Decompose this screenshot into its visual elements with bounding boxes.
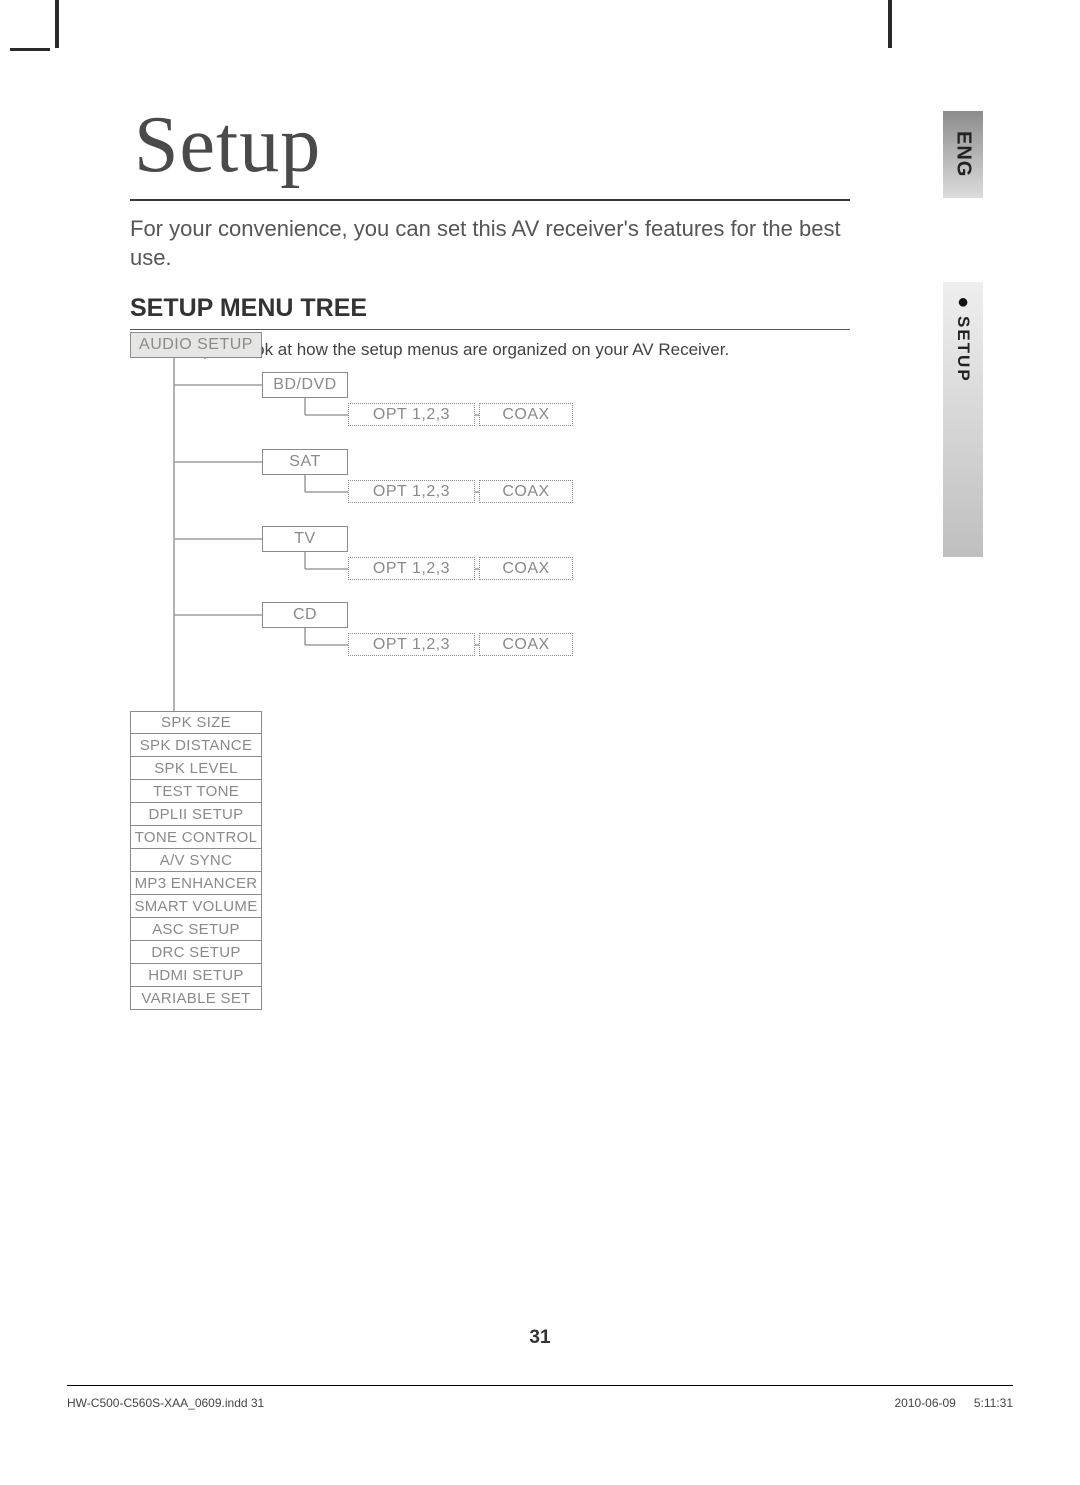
- side-section-label: SETUP: [953, 316, 973, 383]
- list-item: A/V SYNC: [130, 849, 262, 872]
- tree-root: AUDIO SETUP: [130, 332, 262, 358]
- side-section-tab: ● SETUP: [943, 282, 983, 557]
- tree-node-sat: SAT: [262, 449, 348, 475]
- tree-leaf-coax: COAX: [479, 480, 573, 503]
- tree-node-cd: CD: [262, 602, 348, 628]
- footer-date: 2010-06-09: [894, 1396, 955, 1425]
- list-item: DPLII SETUP: [130, 803, 262, 826]
- list-item: DRC SETUP: [130, 941, 262, 964]
- tree-leaf-opt: OPT 1,2,3: [348, 557, 475, 580]
- tree-node-tv: TV: [262, 526, 348, 552]
- crop-mark: [55, 0, 59, 48]
- tree-leaf-coax: COAX: [479, 633, 573, 656]
- tree-leaf-coax: COAX: [479, 557, 573, 580]
- section-heading: SETUP MENU TREE: [130, 294, 850, 330]
- side-language-label: ENG: [952, 131, 975, 177]
- tree-leaf-coax: COAX: [479, 403, 573, 426]
- footer-time: 5:11:31: [974, 1396, 1013, 1425]
- side-section-wrap: ● SETUP: [953, 292, 973, 383]
- page: ENG ● SETUP Setup For your convenience, …: [0, 0, 1080, 1485]
- list-item: HDMI SETUP: [130, 964, 262, 987]
- list-item: VARIABLE SET: [130, 987, 262, 1010]
- tree-node-bd: BD/DVD: [262, 372, 348, 398]
- list-item: SPK SIZE: [130, 711, 262, 734]
- bullet-icon: ●: [957, 292, 969, 312]
- menu-tree: AUDIO SETUP BD/DVD SAT TV CD OPT 1,2,3 C…: [130, 332, 850, 992]
- footer-right: 2010-06-09 5:11:31: [894, 1396, 1013, 1425]
- tree-leaf-opt: OPT 1,2,3: [348, 633, 475, 656]
- setup-items-list: SPK SIZE SPK DISTANCE SPK LEVEL TEST TON…: [130, 711, 262, 1010]
- page-number: 31: [0, 1327, 1080, 1349]
- footer-file: HW-C500-C560S-XAA_0609.indd 31: [67, 1396, 264, 1425]
- page-intro: For your convenience, you can set this A…: [130, 215, 850, 272]
- list-item: TONE CONTROL: [130, 826, 262, 849]
- list-item: SPK LEVEL: [130, 757, 262, 780]
- main-content: Setup For your convenience, you can set …: [130, 100, 850, 360]
- side-language-tab: ENG: [943, 111, 983, 198]
- list-item: ASC SETUP: [130, 918, 262, 941]
- page-title: Setup: [130, 100, 850, 201]
- crop-mark: [10, 48, 50, 51]
- crop-mark: [888, 0, 892, 48]
- list-item: SPK DISTANCE: [130, 734, 262, 757]
- list-item: TEST TONE: [130, 780, 262, 803]
- tree-leaf-opt: OPT 1,2,3: [348, 403, 475, 426]
- list-item: MP3 ENHANCER: [130, 872, 262, 895]
- tree-leaf-opt: OPT 1,2,3: [348, 480, 475, 503]
- list-item: SMART VOLUME: [130, 895, 262, 918]
- footer: HW-C500-C560S-XAA_0609.indd 31 2010-06-0…: [67, 1385, 1013, 1425]
